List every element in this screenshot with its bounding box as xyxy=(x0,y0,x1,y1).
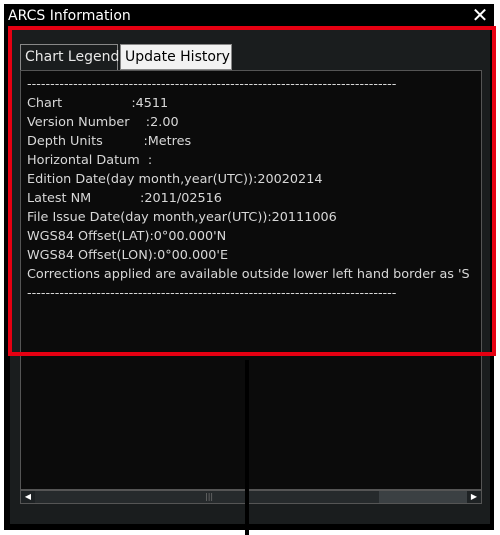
close-icon[interactable]: ✕ xyxy=(470,4,490,28)
scroll-right-icon[interactable]: ▶ xyxy=(467,491,481,503)
window-title: ARCS Information xyxy=(8,8,131,24)
scroll-track[interactable]: ||| xyxy=(35,491,467,503)
grip-icon: ||| xyxy=(205,492,214,501)
callout-line xyxy=(245,360,249,535)
scroll-left-icon[interactable]: ◀ xyxy=(21,491,35,503)
scroll-thumb[interactable]: ||| xyxy=(35,491,379,503)
horizontal-scrollbar[interactable]: ◀ ||| ▶ xyxy=(20,490,482,504)
title-bar[interactable]: ARCS Information ✕ xyxy=(4,4,494,28)
highlight-frame xyxy=(8,26,496,356)
